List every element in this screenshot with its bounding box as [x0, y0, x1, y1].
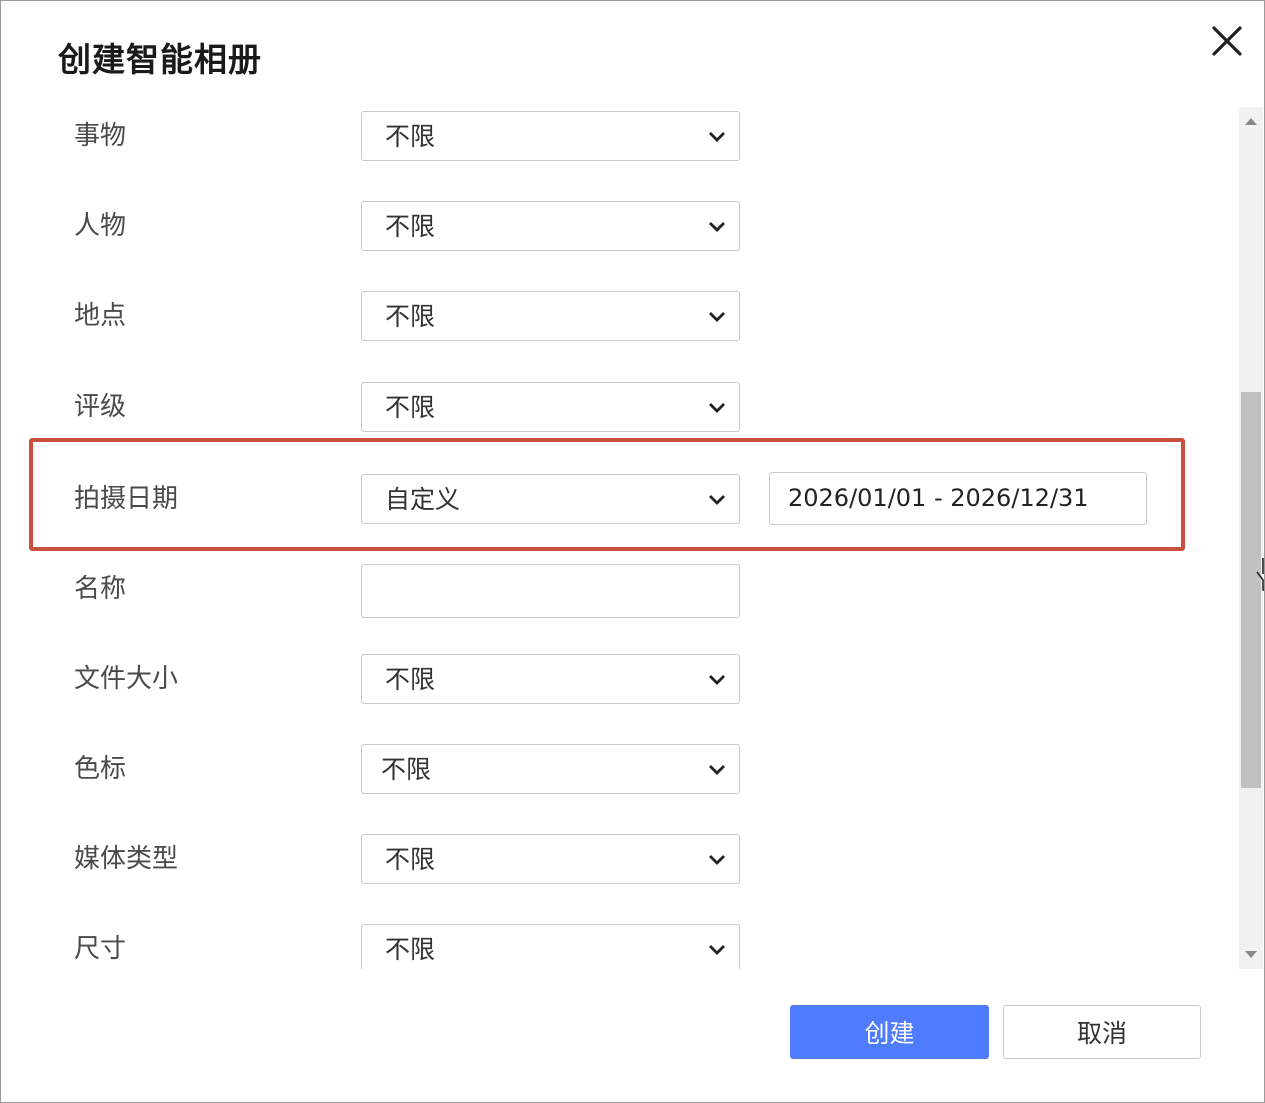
rating-select[interactable]: 不限 [361, 382, 740, 432]
select-value: 不限 [385, 212, 436, 241]
row-label: 评级 [74, 392, 127, 422]
form-row-media-type: 媒体类型 不限 [1, 834, 1239, 894]
scroll-down-icon[interactable] [1243, 947, 1259, 963]
row-label: 人物 [74, 211, 127, 241]
chevron-down-icon [709, 132, 725, 142]
chevron-down-icon [709, 495, 725, 505]
media-type-select[interactable]: 不限 [361, 834, 740, 884]
select-value: 不限 [385, 845, 436, 874]
name-input[interactable] [361, 564, 740, 618]
dialog-title: 创建智能相册 [58, 40, 262, 79]
capture-date-select[interactable]: 自定义 [361, 474, 740, 524]
chevron-down-icon [709, 855, 725, 865]
places-select[interactable]: 不限 [361, 291, 740, 341]
form-row-file-size: 文件大小 不限 [1, 654, 1239, 714]
chevron-down-icon [709, 765, 725, 775]
form-row-name: 名称 [1, 564, 1239, 624]
vertical-scrollbar[interactable] [1239, 107, 1263, 969]
row-label: 地点 [74, 301, 127, 331]
select-value: 不限 [381, 755, 432, 784]
select-value: 不限 [385, 935, 436, 964]
form-row-people: 人物 不限 [1, 201, 1239, 261]
date-range-input[interactable]: 2026/01/01 - 2026/12/31 [769, 472, 1147, 525]
dimensions-select[interactable]: 不限 [361, 924, 740, 969]
people-select[interactable]: 不限 [361, 201, 740, 251]
form-scroll-area[interactable]: 事物 不限 人物 不限 地点 不限 评级 不限 拍摄日期 自定义 2026/01… [1, 107, 1239, 969]
form-row-rating: 评级 不限 [1, 382, 1239, 442]
select-value: 不限 [385, 122, 436, 151]
row-label: 文件大小 [74, 664, 179, 694]
chevron-down-icon [709, 403, 725, 413]
row-label: 色标 [74, 754, 127, 784]
color-label-select[interactable]: 不限 [361, 744, 740, 794]
chevron-down-icon [709, 222, 725, 232]
create-button[interactable]: 创建 [790, 1005, 989, 1059]
hand-cursor-icon [1256, 558, 1264, 591]
row-label: 名称 [74, 574, 127, 604]
select-value: 不限 [385, 665, 436, 694]
form-row-capture-date: 拍摄日期 自定义 2026/01/01 - 2026/12/31 [1, 472, 1239, 534]
row-label: 媒体类型 [74, 844, 179, 874]
things-select[interactable]: 不限 [361, 111, 740, 161]
form-row-places: 地点 不限 [1, 291, 1239, 351]
form-row-things: 事物 不限 [1, 111, 1239, 171]
form-row-dimensions: 尺寸 不限 [1, 924, 1239, 969]
chevron-down-icon [709, 945, 725, 955]
scroll-up-icon[interactable] [1243, 113, 1259, 129]
form-row-color-label: 色标 不限 [1, 744, 1239, 804]
file-size-select[interactable]: 不限 [361, 654, 740, 704]
row-label: 尺寸 [74, 934, 127, 964]
cancel-button[interactable]: 取消 [1003, 1005, 1201, 1059]
close-icon [1212, 26, 1242, 56]
row-label: 拍摄日期 [74, 484, 179, 514]
select-value: 不限 [385, 393, 436, 422]
chevron-down-icon [709, 675, 725, 685]
select-value: 不限 [385, 302, 436, 331]
close-button[interactable] [1205, 19, 1249, 63]
smart-album-dialog: 创建智能相册 事物 不限 人物 不限 地点 不限 评级 不限 拍摄日期 自定义 … [0, 0, 1265, 1103]
chevron-down-icon [709, 312, 725, 322]
select-value: 自定义 [385, 485, 461, 514]
row-label: 事物 [74, 121, 127, 151]
